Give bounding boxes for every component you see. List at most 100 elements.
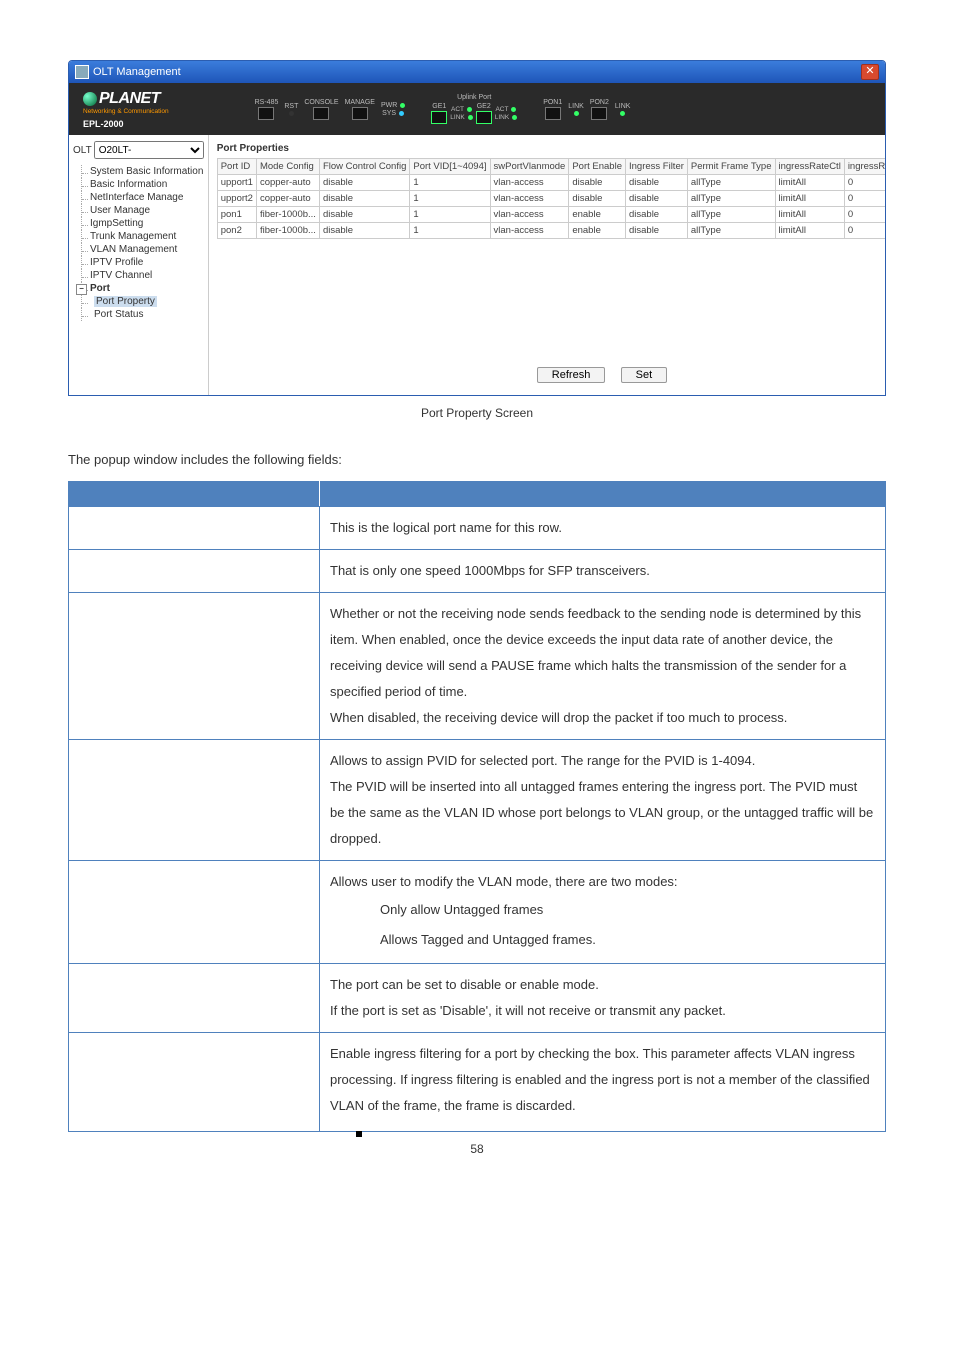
table-cell: upport2	[217, 191, 256, 207]
desc-sub-line: Allows Tagged and Untagged frames.	[330, 925, 875, 955]
table-cell: disable	[625, 207, 687, 223]
table-cell: 0	[844, 175, 886, 191]
table-cell: upport1	[217, 175, 256, 191]
table-cell: disable	[625, 175, 687, 191]
ge2-link-label: LINK	[495, 114, 509, 121]
desc-text-cell: That is only one speed 1000Mbps for SFP …	[320, 550, 886, 593]
pon1-link-led-icon	[574, 111, 579, 116]
desc-header-desc	[320, 482, 886, 507]
desc-header-object	[69, 482, 320, 507]
table-row[interactable]: upport2copper-autodisable1vlan-accessdis…	[217, 191, 886, 207]
sidebar-item[interactable]: User Manage	[81, 204, 204, 217]
pane-title: Port Properties	[217, 141, 886, 158]
ge2-port-icon	[476, 111, 492, 124]
desc-row: Allows user to modify the VLAN mode, the…	[69, 861, 886, 964]
sidebar-subitem[interactable]: Port Property	[81, 295, 204, 308]
desc-text-cell: Allows to assign PVID for selected port.…	[320, 740, 886, 861]
collapse-icon[interactable]: −	[76, 284, 87, 295]
ge2-act-label: ACT	[495, 106, 508, 113]
field-description-table: This is the logical port name for this r…	[68, 481, 886, 1132]
table-cell: disable	[569, 175, 626, 191]
table-cell: copper-auto	[256, 175, 319, 191]
sidebar-item[interactable]: System Basic Information	[81, 165, 204, 178]
sidebar-item[interactable]: NetInterface Manage	[81, 191, 204, 204]
table-cell: 1	[410, 207, 490, 223]
table-row[interactable]: pon2fiber-1000b...disable1vlan-accessena…	[217, 223, 886, 239]
desc-text-cell: The port can be set to disable or enable…	[320, 964, 886, 1033]
pon2-link-label: LINK	[615, 103, 631, 110]
ge1-act-led-icon	[467, 107, 472, 112]
device-header: PLANET Networking & Communication EPL-20…	[69, 83, 885, 135]
olt-select[interactable]: O20LT-	[94, 141, 204, 159]
desc-row: The port can be set to disable or enable…	[69, 964, 886, 1033]
sidebar-item[interactable]: IPTV Channel	[81, 269, 204, 282]
sidebar-item-port[interactable]: −Port	[81, 282, 204, 295]
table-header: ingressRateCtlRate[0~1000000]	[844, 159, 886, 175]
close-icon[interactable]: ✕	[861, 64, 879, 80]
desc-text-cell: Enable ingress filtering for a port by c…	[320, 1033, 886, 1132]
sidebar-item[interactable]: IPTV Profile	[81, 256, 204, 269]
sidebar-subitem[interactable]: Port Status	[81, 308, 204, 321]
desc-sub-line: Only allow Untagged frames	[330, 895, 875, 925]
desc-object-cell	[69, 1033, 320, 1132]
app-icon	[75, 65, 89, 79]
sys-label: SYS	[382, 110, 396, 117]
table-cell: fiber-1000b...	[256, 207, 319, 223]
table-cell: allType	[687, 207, 775, 223]
table-cell: disable	[319, 175, 409, 191]
table-cell: disable	[319, 223, 409, 239]
window-titlebar: OLT Management ✕	[69, 61, 885, 83]
desc-text-cell: Allows user to modify the VLAN mode, the…	[320, 861, 886, 964]
table-header: Mode Config	[256, 159, 319, 175]
uplink-label: Uplink Port	[457, 94, 491, 101]
sidebar-item[interactable]: Trunk Management	[81, 230, 204, 243]
table-row[interactable]: upport1copper-autodisable1vlan-accessdis…	[217, 175, 886, 191]
table-cell: disable	[319, 191, 409, 207]
page-number: 58	[0, 1132, 954, 1156]
console-port-icon	[313, 107, 329, 120]
set-button[interactable]: Set	[621, 367, 668, 383]
desc-object-cell	[69, 507, 320, 550]
sidebar-item-label: Port	[90, 283, 110, 294]
table-cell: 0	[844, 207, 886, 223]
desc-text-cell: Whether or not the receiving node sends …	[320, 593, 886, 740]
refresh-button[interactable]: Refresh	[537, 367, 606, 383]
table-cell: disable	[625, 191, 687, 207]
globe-icon	[83, 92, 97, 106]
pwr-led-icon	[400, 103, 405, 108]
olt-management-window: OLT Management ✕ PLANET Networking & Com…	[68, 60, 886, 396]
manage-label: MANAGE	[345, 99, 375, 106]
pon2-label: PON2	[590, 99, 609, 106]
desc-object-cell	[69, 593, 320, 740]
table-header: Permit Frame Type	[687, 159, 775, 175]
ge1-link-label: LINK	[450, 114, 464, 121]
desc-row: Allows to assign PVID for selected port.…	[69, 740, 886, 861]
sidebar-item[interactable]: IgmpSetting	[81, 217, 204, 230]
table-cell: vlan-access	[490, 223, 569, 239]
table-cell: 1	[410, 223, 490, 239]
sys-led-icon	[399, 111, 404, 116]
desc-object-cell	[69, 550, 320, 593]
ge1-label: GE1	[432, 103, 446, 110]
desc-row: Whether or not the receiving node sends …	[69, 593, 886, 740]
table-cell: enable	[569, 207, 626, 223]
rst-label: RST	[284, 103, 298, 110]
table-cell: fiber-1000b...	[256, 223, 319, 239]
pon2-link-led-icon	[620, 111, 625, 116]
main-pane: Port Properties Port IDMode ConfigFlow C…	[209, 135, 886, 395]
desc-object-cell	[69, 964, 320, 1033]
table-cell: disable	[319, 207, 409, 223]
model-label: EPL-2000	[83, 119, 169, 129]
sidebar-item[interactable]: Basic Information	[81, 178, 204, 191]
table-cell: vlan-access	[490, 191, 569, 207]
ge2-act-led-icon	[511, 107, 516, 112]
pon1-port-icon	[545, 107, 561, 120]
table-header: swPortVlanmode	[490, 159, 569, 175]
table-row[interactable]: pon1fiber-1000b...disable1vlan-accessena…	[217, 207, 886, 223]
ge1-link-led-icon	[468, 115, 473, 120]
table-cell: 1	[410, 175, 490, 191]
ge2-link-led-icon	[512, 115, 517, 120]
sidebar-item[interactable]: VLAN Management	[81, 243, 204, 256]
desc-object-cell	[69, 740, 320, 861]
desc-row: That is only one speed 1000Mbps for SFP …	[69, 550, 886, 593]
